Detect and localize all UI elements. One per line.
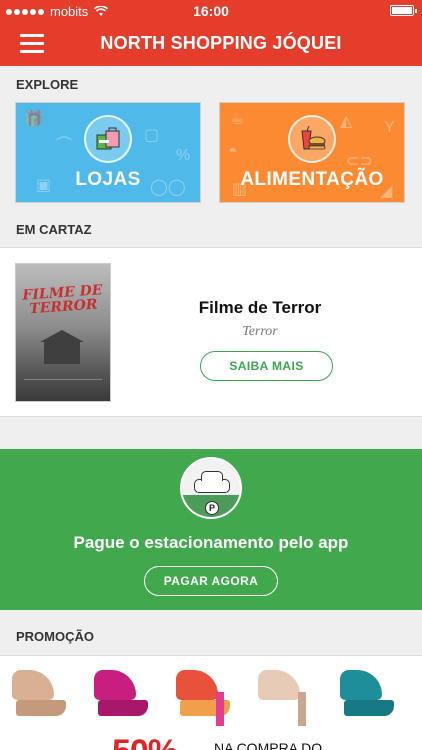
cup-icon: ☕ <box>230 111 245 128</box>
parking-banner: P Pague o estacionamento pelo app PAGAR … <box>0 449 422 610</box>
shoe-image <box>254 666 320 728</box>
tile-alimentacao[interactable]: ☕ ◭ Y ◓ ⊂⊃ ▥ ◢ ALIMENTAÇÃO <box>219 102 405 203</box>
shoe-image <box>172 666 238 728</box>
tile-alimentacao-label: ALIMENTAÇÃO <box>240 169 384 190</box>
shopping-bags-icon <box>84 115 132 163</box>
food-drink-icon <box>288 115 336 163</box>
promo-text: NA COMPRA DO <box>214 740 323 750</box>
car-parking-icon: P <box>180 457 242 519</box>
saiba-mais-button[interactable]: SAIBA MAIS <box>200 351 333 381</box>
status-bar: mobits 16:00 <box>0 0 422 22</box>
house-image <box>40 330 84 364</box>
tile-lojas[interactable]: 🎁 ⌒ ▢ % ▣ ◯◯ LOJAS <box>15 102 201 203</box>
movie-genre: Terror <box>242 324 278 339</box>
hotdog-icon: ⊂⊃ <box>346 153 373 170</box>
shoe-image <box>90 666 156 728</box>
clock: 16:00 <box>193 3 229 19</box>
app-header: NORTH SHOPPING JÓQUEI <box>0 22 422 66</box>
promo-discount: 50% <box>112 733 178 750</box>
burger-icon: ◓ <box>228 143 238 160</box>
page-title: NORTH SHOPPING JÓQUEI <box>100 33 342 53</box>
battery-icon <box>390 5 417 16</box>
hanger-icon: ⌒ <box>56 137 73 154</box>
section-label-promocao: PROMOÇÃO <box>16 629 94 644</box>
poster-title: FILME DE TERROR <box>21 282 104 318</box>
poster-credits <box>24 379 102 393</box>
shoe-image <box>8 666 74 728</box>
movie-poster[interactable]: FILME DE TERROR <box>15 263 111 402</box>
tile-lojas-label: LOJAS <box>75 169 141 190</box>
hamburger-menu-icon[interactable] <box>20 34 44 54</box>
pizza-icon: ◭ <box>340 113 353 130</box>
movie-title: Filme de Terror <box>198 298 322 317</box>
promo-banner[interactable]: 50% NA COMPRA DO <box>0 655 422 750</box>
section-label-explore: EXPLORE <box>16 77 79 92</box>
cocktail-icon: Y <box>384 119 395 136</box>
pagar-agora-button[interactable]: PAGAR AGORA <box>144 566 278 596</box>
section-label-em-cartaz: EM CARTAZ <box>16 222 92 237</box>
parking-text: Pague o estacionamento pelo app <box>73 533 349 552</box>
gift-icon: 🎁 <box>24 111 44 128</box>
percent-icon: % <box>176 147 191 164</box>
perfume-icon: ▢ <box>144 127 160 144</box>
shoe-image <box>336 666 402 728</box>
